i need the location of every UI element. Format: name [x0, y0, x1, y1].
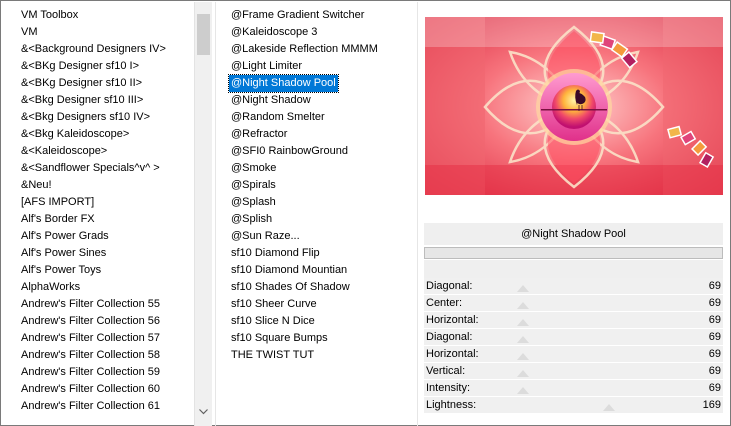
scroll-thumb[interactable] — [197, 14, 210, 55]
slider-track[interactable] — [464, 319, 683, 328]
slider-value: 69 — [708, 314, 721, 326]
category-item[interactable]: Andrew's Filter Collection 58 — [21, 347, 160, 364]
slider-row[interactable]: Diagonal: 69 — [424, 278, 723, 295]
filter-item[interactable]: @Sun Raze... — [229, 228, 302, 245]
category-item[interactable]: &Neu! — [21, 177, 52, 194]
preview-image — [425, 17, 723, 195]
slider-track[interactable] — [464, 404, 683, 413]
category-item[interactable]: Andrew's Filter Collection 57 — [21, 330, 160, 347]
filter-item[interactable]: sf10 Slice N Dice — [229, 313, 317, 330]
slider-row[interactable]: Intensity: 69 — [424, 380, 723, 397]
filter-item[interactable]: @Refractor — [229, 126, 289, 143]
filter-item[interactable]: sf10 Shades Of Shadow — [229, 279, 352, 296]
category-scrollbar[interactable] — [194, 2, 212, 426]
separator-band — [424, 260, 723, 278]
filter-item[interactable]: @SFI0 RainbowGround — [229, 143, 350, 160]
category-item[interactable]: Alf's Power Sines — [21, 245, 106, 262]
filter-item[interactable]: sf10 Diamond Flip — [229, 245, 322, 262]
category-item[interactable]: &<BKg Designer sf10 II> — [21, 75, 142, 92]
slider-thumb[interactable] — [517, 370, 530, 377]
category-item[interactable]: VM — [21, 24, 38, 41]
slider-thumb[interactable] — [517, 387, 530, 394]
slider-thumb[interactable] — [517, 319, 530, 326]
filter-item[interactable]: @Smoke — [229, 160, 278, 177]
slider-row[interactable]: Center: 69 — [424, 295, 723, 312]
slider-track[interactable] — [464, 370, 683, 379]
progress-bar — [424, 247, 723, 259]
filter-item[interactable]: @Night Shadow Pool — [228, 74, 339, 93]
slider-row[interactable]: Diagonal: 69 — [424, 329, 723, 346]
category-item[interactable]: Alf's Power Toys — [21, 262, 101, 279]
slider-thumb[interactable] — [603, 404, 616, 411]
slider-track[interactable] — [464, 285, 683, 294]
slider-value: 69 — [708, 382, 721, 394]
filter-item[interactable]: THE TWIST TUT — [229, 347, 316, 364]
slider-track[interactable] — [464, 302, 683, 311]
slider-label: Vertical: — [426, 365, 466, 377]
category-item[interactable]: Andrew's Filter Collection 60 — [21, 381, 160, 398]
filter-item[interactable]: @Splish — [229, 211, 274, 228]
category-item[interactable]: Alf's Border FX — [21, 211, 95, 228]
category-item[interactable]: AlphaWorks — [21, 279, 80, 296]
filter-item[interactable]: sf10 Square Bumps — [229, 330, 330, 347]
category-list[interactable]: VM Toolbox VM &<Background Designers IV> &<… — [2, 2, 194, 426]
filter-list[interactable]: @Frame Gradient Switcher @Kaleidoscope 3 @… — [216, 2, 416, 426]
slider-value: 69 — [708, 348, 721, 360]
category-item[interactable]: VM Toolbox — [21, 7, 78, 24]
slider-track[interactable] — [464, 387, 683, 396]
slider-value: 169 — [702, 399, 721, 411]
category-item[interactable]: &<Bkg Kaleidoscope> — [21, 126, 129, 143]
category-item[interactable]: &<BKg Designer sf10 I> — [21, 58, 139, 75]
category-item[interactable]: Andrew's Filter Collection 59 — [21, 364, 160, 381]
filter-item[interactable]: @Night Shadow — [229, 92, 313, 109]
slider-panel: Diagonal: 69 Center: 69 Horizontal: 69 Diagona… — [424, 278, 723, 426]
category-item[interactable]: [AFS IMPORT] — [21, 194, 94, 211]
slider-track[interactable] — [464, 336, 683, 345]
filter-item[interactable]: @Lakeside Reflection MMMM — [229, 41, 380, 58]
category-item[interactable]: Andrew's Filter Collection 55 — [21, 296, 160, 313]
filter-item[interactable]: @Spirals — [229, 177, 278, 194]
slider-label: Center: — [426, 297, 463, 309]
scroll-up-button[interactable] — [195, 2, 212, 13]
slider-track[interactable] — [464, 353, 683, 362]
filter-item[interactable]: sf10 Sheer Curve — [229, 296, 319, 313]
filter-item[interactable]: sf10 Diamond Mountian — [229, 262, 349, 279]
category-item[interactable]: &<Bkg Designer sf10 III> — [21, 92, 143, 109]
slider-row[interactable]: Vertical: 69 — [424, 363, 723, 380]
slider-value: 69 — [708, 280, 721, 292]
slider-row[interactable]: Lightness: 169 — [424, 397, 723, 414]
category-item[interactable]: &<Sandflower Specials^v^ > — [21, 160, 160, 177]
category-item[interactable]: Alf's Power Grads — [21, 228, 109, 245]
filter-item[interactable]: @Splash — [229, 194, 278, 211]
category-item[interactable]: &<Bkg Designers sf10 IV> — [21, 109, 150, 126]
filter-dialog: VM Toolbox VM &<Background Designers IV> &<… — [0, 0, 731, 426]
category-item[interactable]: Andrew's Filter Collection 56 — [21, 313, 160, 330]
filter-item[interactable]: @Light Limiter — [229, 58, 304, 75]
slider-thumb[interactable] — [517, 336, 530, 343]
filter-item[interactable]: @Kaleidoscope 3 — [229, 24, 319, 41]
slider-thumb[interactable] — [517, 285, 530, 292]
category-item[interactable]: &<Kaleidoscope> — [21, 143, 107, 160]
slider-thumb[interactable] — [517, 353, 530, 360]
slider-value: 69 — [708, 297, 721, 309]
slider-thumb[interactable] — [517, 302, 530, 309]
category-item[interactable]: &<Background Designers IV> — [21, 41, 166, 58]
slider-value: 69 — [708, 365, 721, 377]
filter-item[interactable]: @Frame Gradient Switcher — [229, 7, 366, 24]
filter-item[interactable]: @Random Smelter — [229, 109, 327, 126]
slider-row[interactable]: Horizontal: 69 — [424, 346, 723, 363]
slider-row[interactable]: Horizontal: 69 — [424, 312, 723, 329]
divider — [417, 2, 418, 426]
slider-value: 69 — [708, 331, 721, 343]
filter-name-label: @Night Shadow Pool — [424, 223, 723, 245]
category-item[interactable]: Andrew's Filter Collection 61 — [21, 398, 160, 415]
chevron-down-icon[interactable] — [195, 404, 212, 421]
